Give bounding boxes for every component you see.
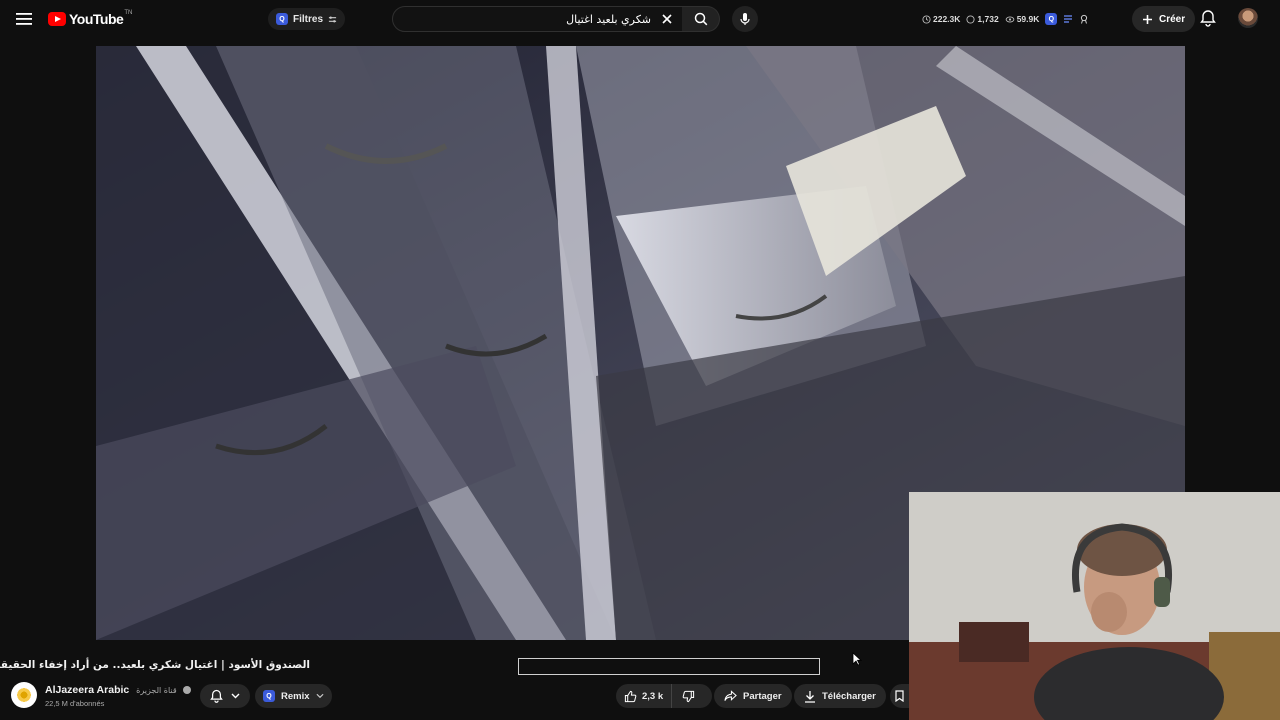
youtube-play-icon bbox=[48, 12, 66, 26]
dislike-button[interactable] bbox=[672, 684, 704, 708]
top-bar: YouTube TN Q Filtres 222.3K 1,732 59.9K … bbox=[0, 0, 1280, 38]
mouse-cursor-icon bbox=[852, 652, 862, 666]
account-avatar[interactable] bbox=[1238, 8, 1258, 28]
search-input[interactable] bbox=[393, 11, 653, 27]
like-dislike-group: 2,3 k bbox=[616, 684, 712, 708]
download-label: Télécharger bbox=[822, 690, 876, 702]
stat-value: 222.3K bbox=[933, 14, 961, 24]
logo-text: YouTube bbox=[69, 11, 124, 27]
share-label: Partager bbox=[743, 690, 782, 702]
channel-arabic-name: قناة الجزيرة bbox=[136, 686, 177, 695]
thumbs-up-icon bbox=[624, 690, 637, 702]
video-title: الصندوق الأسود | اغتيال شكري بلعيد.. من … bbox=[0, 659, 310, 671]
create-label: Créer bbox=[1159, 13, 1186, 25]
share-arrow-icon bbox=[724, 690, 737, 701]
filters-label: Filtres bbox=[293, 13, 324, 25]
channel-name-link[interactable]: AlJazeera Arabic قناة الجزيرة bbox=[45, 684, 191, 696]
thumbs-down-icon bbox=[682, 690, 694, 702]
remix-label: Remix bbox=[281, 690, 310, 702]
filters-button[interactable]: Q Filtres bbox=[268, 8, 346, 30]
channel-logo-icon bbox=[16, 687, 32, 703]
like-button[interactable]: 2,3 k bbox=[616, 684, 673, 708]
verified-icon bbox=[182, 686, 191, 695]
close-icon[interactable] bbox=[659, 11, 675, 27]
stat-watch-time: 222.3K bbox=[922, 14, 960, 24]
clock-icon bbox=[922, 14, 931, 24]
search-button[interactable] bbox=[682, 6, 720, 32]
stat-value: 59.9K bbox=[1016, 14, 1040, 24]
channel-avatar[interactable] bbox=[11, 682, 37, 708]
bookmark-icon bbox=[895, 690, 904, 702]
remix-button[interactable]: Q Remix bbox=[255, 684, 332, 708]
logo-country-code: TN bbox=[124, 10, 133, 16]
share-button[interactable]: Partager bbox=[714, 684, 792, 708]
chevron-down-icon bbox=[231, 693, 240, 699]
webcam-person-image bbox=[909, 492, 1280, 720]
list-icon[interactable] bbox=[1063, 14, 1073, 24]
stat-views: 59.9K bbox=[1005, 14, 1040, 24]
hamburger-icon bbox=[16, 13, 32, 25]
sliders-icon bbox=[328, 16, 337, 22]
chevron-down-icon bbox=[315, 693, 324, 699]
youtube-logo[interactable]: YouTube TN bbox=[48, 9, 132, 29]
save-button[interactable] bbox=[890, 684, 909, 708]
download-icon bbox=[805, 690, 815, 703]
stat-comments: 1,732 bbox=[966, 14, 999, 24]
webcam-overlay bbox=[909, 492, 1280, 720]
extension-stats: 222.3K 1,732 59.9K Q bbox=[922, 9, 1089, 29]
extension-logo-icon[interactable]: Q bbox=[1045, 13, 1058, 25]
search-icon bbox=[694, 12, 707, 26]
microphone-icon bbox=[740, 13, 750, 25]
extension-badge-icon: Q bbox=[276, 13, 288, 25]
create-button[interactable]: Créer bbox=[1132, 6, 1196, 32]
progress-bar[interactable] bbox=[518, 658, 820, 675]
eye-icon bbox=[1005, 16, 1015, 22]
subscriber-count: 22,5 M d'abonnés bbox=[45, 699, 105, 708]
stat-value: 1,732 bbox=[977, 14, 999, 24]
ribbon-icon[interactable] bbox=[1079, 14, 1089, 24]
notifications-bell-icon[interactable] bbox=[1200, 9, 1216, 27]
bell-icon bbox=[210, 689, 223, 703]
menu-button[interactable] bbox=[12, 7, 36, 31]
remix-badge-icon: Q bbox=[263, 690, 275, 702]
subscription-notification-button[interactable] bbox=[200, 684, 250, 708]
chat-icon bbox=[966, 14, 975, 24]
like-count: 2,3 k bbox=[642, 690, 664, 702]
search-box bbox=[392, 6, 684, 32]
channel-name: AlJazeera Arabic bbox=[45, 684, 130, 696]
plus-icon bbox=[1143, 14, 1152, 24]
download-button[interactable]: Télécharger bbox=[794, 684, 886, 708]
voice-search-button[interactable] bbox=[732, 6, 758, 32]
